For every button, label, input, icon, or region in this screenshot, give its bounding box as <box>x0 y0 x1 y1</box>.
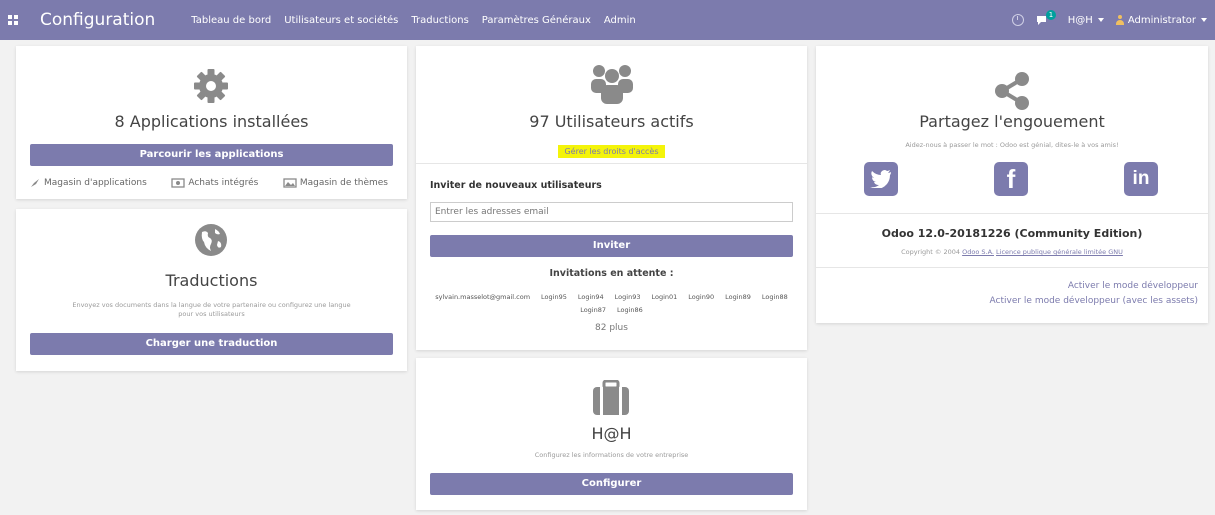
pending-invitation[interactable]: Login90 <box>688 293 714 301</box>
apps-card: 8 Applications installées Parcourir les … <box>16 46 407 199</box>
apps-installed-heading: 8 Applications installées <box>114 112 309 131</box>
translations-description: Envoyez vos documents dans la langue de … <box>72 301 351 318</box>
version-divider <box>816 267 1208 268</box>
app-store-label: Magasin d'applications <box>44 178 147 188</box>
copyright-line: Copyright © 2004 Odoo S.A. Licence publi… <box>816 248 1208 256</box>
gear-icon <box>194 69 228 103</box>
image-icon <box>283 178 297 188</box>
twitter-icon[interactable] <box>864 162 898 196</box>
user-menu[interactable]: Administrator <box>1115 14 1207 26</box>
share-icon <box>995 72 1029 110</box>
company-name: H@H <box>1067 14 1093 26</box>
app-store-link[interactable]: Magasin d'applications <box>30 178 147 188</box>
invite-users-label: Inviter de nouveaux utilisateurs <box>430 180 602 191</box>
menu-translations[interactable]: Traductions <box>411 15 468 26</box>
browse-apps-button[interactable]: Parcourir les applications <box>30 144 393 166</box>
user-icon <box>1115 14 1124 25</box>
manage-access-rights-link[interactable]: Gérer les droits d'accès <box>558 145 665 158</box>
menu-admin[interactable]: Admin <box>604 15 636 26</box>
configure-company-button[interactable]: Configurer <box>430 473 793 495</box>
developer-mode-assets-link[interactable]: Activer le mode développeur (avec les as… <box>990 296 1198 306</box>
pending-invitation[interactable]: sylvain.masselot@gmail.com <box>435 293 530 301</box>
share-subtitle: Aidez-nous à passer le mot : Odoo est gé… <box>905 141 1119 149</box>
messaging-menu[interactable]: 1 <box>1036 10 1057 27</box>
facebook-icon[interactable]: f <box>994 162 1028 196</box>
share-card: Partagez l'engouement Aidez-nous à passe… <box>816 46 1208 323</box>
pending-invitation[interactable]: Login93 <box>615 293 641 301</box>
menu-dashboard[interactable]: Tableau de bord <box>191 15 271 26</box>
top-navbar: Configuration Tableau de bord Utilisateu… <box>0 0 1215 40</box>
developer-mode-link[interactable]: Activer le mode développeur <box>1068 281 1198 291</box>
share-divider <box>816 213 1208 214</box>
linkedin-icon[interactable]: in <box>1124 162 1158 196</box>
in-app-purchases-link[interactable]: Achats intégrés <box>171 178 258 188</box>
purchase-icon <box>171 178 185 188</box>
pending-invitations-title: Invitations en attente : <box>549 268 674 279</box>
pending-invitation[interactable]: Login87 <box>580 306 606 314</box>
company-switcher[interactable]: H@H <box>1068 15 1104 26</box>
menu-general-settings[interactable]: Paramètres Généraux <box>482 15 591 26</box>
pending-invitation[interactable]: Login94 <box>578 293 604 301</box>
app-links: Magasin d'applications Achats intégrés M… <box>30 178 388 188</box>
users-card: 97 Utilisateurs actifs Gérer les droits … <box>416 46 807 350</box>
odoo-version: Odoo 12.0-20181226 (Community Edition) <box>881 227 1143 240</box>
translations-heading: Traductions <box>165 271 258 290</box>
theme-store-link[interactable]: Magasin de thèmes <box>283 178 388 188</box>
translations-card: Traductions Envoyez vos documents dans l… <box>16 209 407 371</box>
copyright-text: Copyright © 2004 <box>901 248 961 256</box>
company-heading: H@H <box>591 424 632 443</box>
users-divider <box>416 163 807 164</box>
users-group-icon <box>591 65 633 104</box>
theme-store-label: Magasin de thèmes <box>299 178 388 188</box>
main-menu: Tableau de bord Utilisateurs et sociétés… <box>191 15 635 26</box>
pending-invitation[interactable]: Login01 <box>651 293 677 301</box>
caret-down-icon <box>1097 17 1104 22</box>
invite-button[interactable]: Inviter <box>430 235 793 257</box>
share-heading: Partagez l'engouement <box>919 112 1105 131</box>
pending-invitations-list: sylvain.masselot@gmail.com Login95 Login… <box>430 293 793 314</box>
pending-invitation[interactable]: Login88 <box>762 293 788 301</box>
globe-icon <box>195 224 227 256</box>
load-translation-button[interactable]: Charger une traduction <box>30 333 393 355</box>
company-description: Configurez les informations de votre ent… <box>534 451 689 459</box>
odoo-sa-link[interactable]: Odoo S.A. <box>962 248 994 256</box>
rocket-icon <box>31 179 39 187</box>
access-rights-row: Gérer les droits d'accès <box>416 139 807 158</box>
in-app-purchases-label: Achats intégrés <box>188 178 259 188</box>
caret-down-icon <box>1201 17 1207 22</box>
pending-invitation[interactable]: Login95 <box>541 293 567 301</box>
apps-menu-icon[interactable] <box>0 0 26 40</box>
pending-invitation[interactable]: Login86 <box>617 306 643 314</box>
chat-count-badge: 1 <box>1045 10 1057 20</box>
company-card: H@H Configurez les informations de votre… <box>416 358 807 510</box>
briefcase-icon <box>593 380 629 415</box>
more-invitations-link[interactable]: 82 plus <box>416 323 807 333</box>
navbar-systray: 1 H@H Administrator <box>1011 10 1215 27</box>
menu-users-companies[interactable]: Utilisateurs et sociétés <box>284 15 398 26</box>
activity-clock-icon[interactable] <box>1011 14 1024 26</box>
invite-email-input[interactable] <box>430 202 793 222</box>
gnu-license-link[interactable]: Licence publique générale limitée GNU <box>996 248 1123 256</box>
active-users-heading: 97 Utilisateurs actifs <box>529 112 694 131</box>
pending-invitation[interactable]: Login89 <box>725 293 751 301</box>
app-title: Configuration <box>40 10 156 30</box>
user-name: Administrator <box>1127 14 1196 26</box>
